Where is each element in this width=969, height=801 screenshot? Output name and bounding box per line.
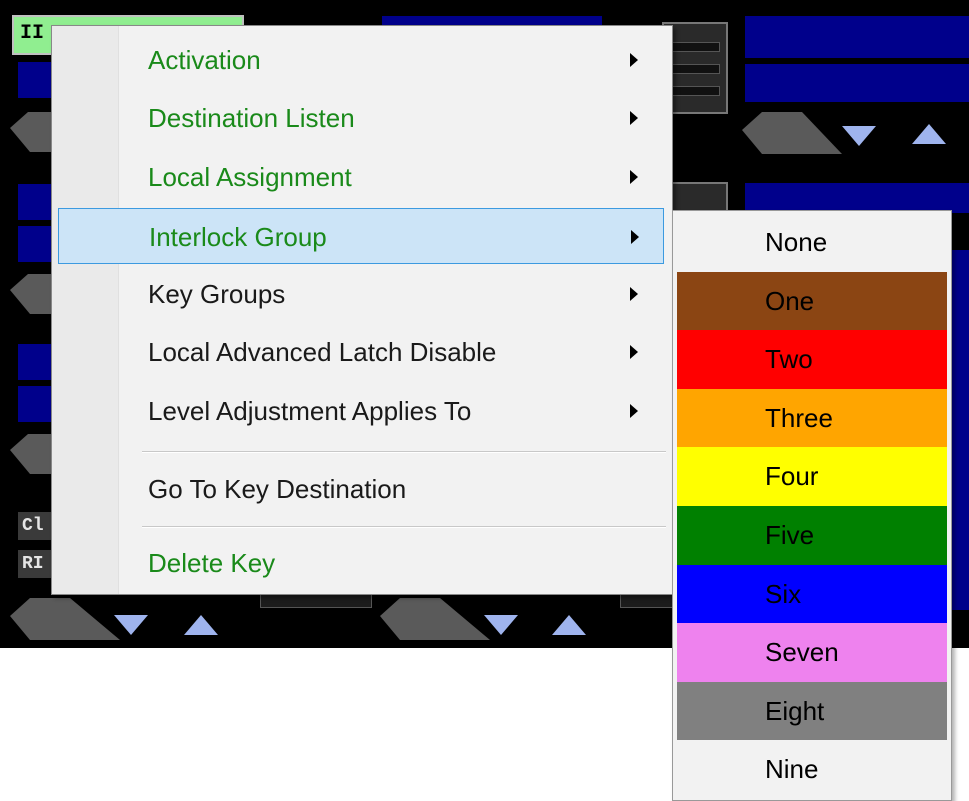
increase-icon[interactable]: [912, 124, 946, 144]
menu-item-activation[interactable]: Activation: [58, 32, 664, 88]
menu-item-label: Activation: [148, 45, 261, 75]
interlock-option-six[interactable]: Six: [677, 564, 947, 624]
key-bar[interactable]: [18, 386, 54, 422]
interlock-option-five[interactable]: Five: [677, 506, 947, 565]
interlock-option-three[interactable]: Three: [677, 388, 947, 448]
submenu-arrow-icon: [631, 230, 639, 244]
interlock-option-label: Eight: [765, 695, 825, 726]
increase-icon[interactable]: [552, 615, 586, 635]
key-bar[interactable]: [18, 344, 54, 380]
interlock-option-label: Five: [765, 520, 815, 550]
decrease-icon[interactable]: [114, 615, 148, 635]
menu-item-label: Go To Key Destination: [148, 474, 407, 504]
decrease-icon[interactable]: [484, 615, 518, 635]
menu-item-interlock-group[interactable]: Interlock Group: [58, 208, 664, 264]
menu-item-go-to-key-destination[interactable]: Go To Key Destination: [58, 461, 664, 517]
menu-item-destination-listen[interactable]: Destination Listen: [58, 90, 664, 146]
key-bar[interactable]: [745, 16, 969, 58]
submenu-arrow-icon: [630, 287, 638, 301]
menu-separator: [142, 451, 666, 453]
menu-item-level-adjustment-applies-to[interactable]: Level Adjustment Applies To: [58, 383, 664, 439]
increase-icon[interactable]: [184, 615, 218, 635]
key-side-label: Cl: [18, 512, 52, 540]
menu-separator: [142, 526, 666, 528]
key-bar[interactable]: [18, 62, 54, 98]
key-wedge-icon[interactable]: [10, 596, 120, 640]
interlock-option-label: Four: [765, 461, 819, 492]
menu-item-delete-key[interactable]: Delete Key: [58, 535, 664, 591]
interlock-option-nine[interactable]: Nine: [677, 740, 947, 800]
interlock-option-label: Nine: [765, 754, 819, 785]
menu-item-label: Local Assignment: [148, 162, 352, 192]
decrease-icon[interactable]: [842, 126, 876, 146]
interlock-option-label: Two: [765, 344, 813, 375]
key-bar[interactable]: [745, 64, 969, 102]
menu-item-label: Destination Listen: [148, 103, 355, 133]
interlock-group-submenu: None One Two Three Four Five Six Seven Eight Nine: [672, 210, 952, 801]
submenu-arrow-icon: [630, 53, 638, 67]
key-bar[interactable]: [18, 226, 54, 262]
key-bar[interactable]: [18, 184, 54, 220]
menu-item-label: Level Adjustment Applies To: [148, 396, 472, 426]
interlock-option-label: Seven: [765, 637, 839, 668]
submenu-arrow-icon: [630, 111, 638, 125]
context-menu: Activation Destination Listen Local Assign…: [51, 25, 673, 595]
menu-item-local-advanced-latch-disable[interactable]: Local Advanced Latch Disable: [58, 324, 664, 380]
menu-item-label: Local Advanced Latch Disable: [148, 337, 497, 367]
menu-item-label: Delete Key: [148, 548, 276, 578]
menu-item-local-assignment[interactable]: Local Assignment: [58, 149, 664, 205]
interlock-option-label: One: [765, 285, 815, 316]
interlock-option-four[interactable]: Four: [677, 447, 947, 507]
menu-item-label: Interlock Group: [149, 222, 327, 252]
key-bar[interactable]: [745, 183, 969, 213]
interlock-option-seven[interactable]: Seven: [677, 623, 947, 683]
submenu-arrow-icon: [630, 404, 638, 418]
menu-item-key-groups[interactable]: Key Groups: [58, 266, 664, 322]
interlock-option-two[interactable]: Two: [677, 330, 947, 390]
interlock-option-one[interactable]: One: [677, 271, 947, 331]
interlock-option-label: Six: [765, 578, 802, 609]
interlock-option-none[interactable]: None: [677, 213, 947, 272]
submenu-arrow-icon: [630, 170, 638, 184]
interlock-option-eight[interactable]: Eight: [677, 681, 947, 741]
submenu-arrow-icon: [630, 345, 638, 359]
interlock-option-label: Three: [765, 402, 833, 433]
key-wedge-icon[interactable]: [380, 596, 490, 640]
menu-item-label: Key Groups: [148, 279, 286, 309]
interlock-option-label: None: [765, 227, 828, 257]
key-side-label: RI: [18, 550, 52, 578]
key-wedge-icon[interactable]: [742, 110, 842, 154]
